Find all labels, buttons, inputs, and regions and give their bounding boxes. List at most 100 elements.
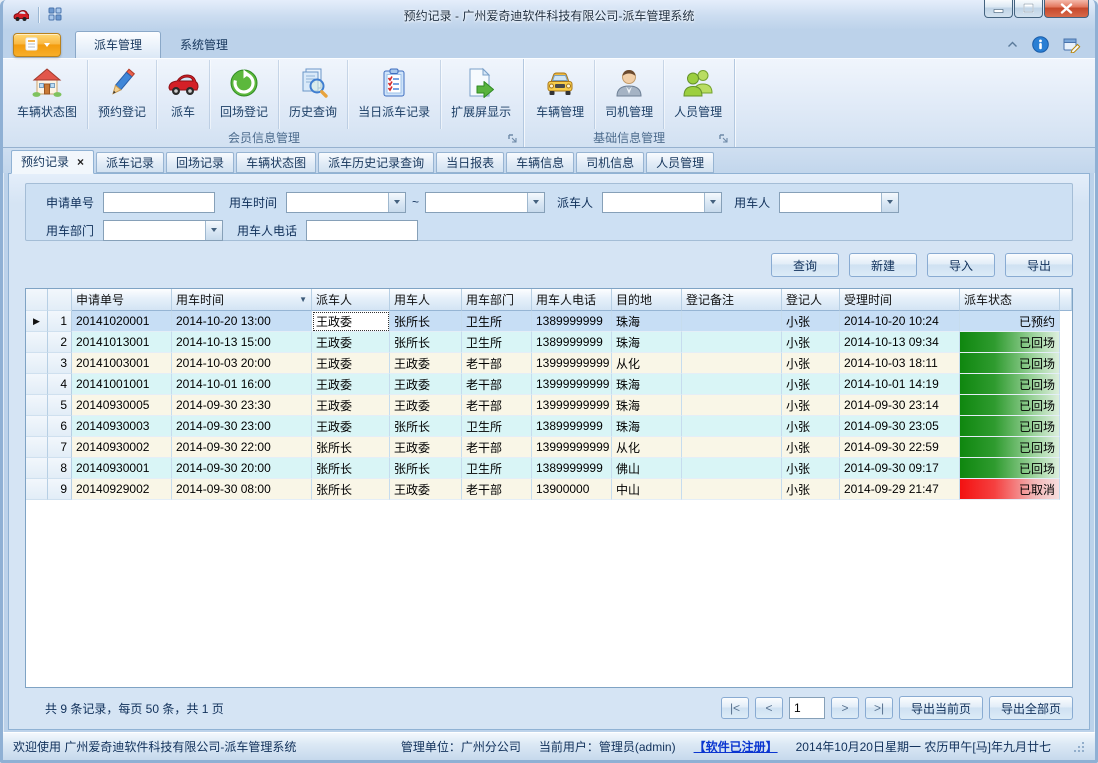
- style-switcher-icon[interactable]: [1063, 37, 1081, 53]
- table-cell[interactable]: 张所长: [390, 458, 462, 479]
- table-cell[interactable]: 卫生所: [462, 458, 532, 479]
- table-cell[interactable]: 小张: [782, 416, 840, 437]
- page-number-input[interactable]: [789, 697, 825, 719]
- ribbon-tab-system-management[interactable]: 系统管理: [161, 31, 247, 58]
- row-indicator-cell[interactable]: ▶: [26, 311, 48, 332]
- column-header-9[interactable]: 登记人: [782, 289, 840, 311]
- table-row[interactable]: 5201409300052014-09-30 23:30王政委王政委老干部139…: [26, 395, 1072, 416]
- table-cell[interactable]: 2014-10-01 14:19: [840, 374, 960, 395]
- chevron-down-icon[interactable]: [527, 193, 544, 212]
- table-cell[interactable]: 小张: [782, 437, 840, 458]
- license-registered-link[interactable]: 【软件已注册】: [694, 738, 778, 755]
- table-cell[interactable]: 张所长: [312, 458, 390, 479]
- table-cell[interactable]: 2014-09-29 21:47: [840, 479, 960, 500]
- table-cell[interactable]: 珠海: [612, 311, 682, 332]
- table-cell[interactable]: 1389999999: [532, 311, 612, 332]
- export-current-page-button[interactable]: 导出当前页: [899, 696, 983, 720]
- table-cell[interactable]: 20140929002: [72, 479, 172, 500]
- table-cell[interactable]: 小张: [782, 374, 840, 395]
- table-cell[interactable]: 2014-10-20 10:24: [840, 311, 960, 332]
- column-header-3[interactable]: 派车人: [312, 289, 390, 311]
- table-cell[interactable]: [682, 374, 782, 395]
- ribbon-button-personnel-management[interactable]: 人员管理: [663, 60, 732, 129]
- table-cell[interactable]: 王政委: [312, 353, 390, 374]
- table-cell[interactable]: 小张: [782, 311, 840, 332]
- table-cell[interactable]: 2014-09-30 08:00: [172, 479, 312, 500]
- dispatch-status-cell[interactable]: 已回场: [960, 416, 1060, 437]
- table-row[interactable]: 2201410130012014-10-13 15:00王政委张所长卫生所138…: [26, 332, 1072, 353]
- doc-tab-reservation-records[interactable]: 预约记录×: [11, 150, 94, 174]
- table-cell[interactable]: 1389999999: [532, 458, 612, 479]
- column-header-8[interactable]: 登记备注: [682, 289, 782, 311]
- doc-tab-daily-report[interactable]: 当日报表: [436, 152, 504, 173]
- table-cell[interactable]: 珠海: [612, 395, 682, 416]
- table-cell[interactable]: 老干部: [462, 479, 532, 500]
- table-cell[interactable]: 王政委: [312, 374, 390, 395]
- table-cell[interactable]: 张所长: [312, 437, 390, 458]
- table-cell[interactable]: 2014-09-30 23:14: [840, 395, 960, 416]
- table-cell[interactable]: 2014-09-30 23:05: [840, 416, 960, 437]
- table-cell[interactable]: 2014-10-01 16:00: [172, 374, 312, 395]
- table-row[interactable]: 4201410010012014-10-01 16:00王政委王政委老干部139…: [26, 374, 1072, 395]
- quick-access-toolbar-button[interactable]: [44, 5, 75, 26]
- table-cell[interactable]: 2014-10-03 20:00: [172, 353, 312, 374]
- table-cell[interactable]: 老干部: [462, 437, 532, 458]
- dispatch-status-cell[interactable]: 已回场: [960, 374, 1060, 395]
- ribbon-button-dispatch[interactable]: 派车: [156, 60, 209, 129]
- column-header-6[interactable]: 用车人电话: [532, 289, 612, 311]
- table-cell[interactable]: [682, 416, 782, 437]
- row-number-cell[interactable]: 1: [48, 311, 72, 332]
- ribbon-button-daily-dispatch-records[interactable]: 当日派车记录: [347, 60, 440, 129]
- row-indicator-cell[interactable]: [26, 332, 48, 353]
- doc-tab-personnel-management[interactable]: 人员管理: [646, 152, 714, 173]
- table-cell[interactable]: 2014-10-13 15:00: [172, 332, 312, 353]
- app-menu-button[interactable]: [13, 33, 61, 57]
- dispatch-status-cell[interactable]: 已回场: [960, 458, 1060, 479]
- ribbon-button-vehicle-status-map[interactable]: 车辆状态图: [7, 60, 87, 129]
- table-cell[interactable]: 张所长: [312, 479, 390, 500]
- table-cell[interactable]: 2014-09-30 22:00: [172, 437, 312, 458]
- ribbon-button-return-register[interactable]: 回场登记: [209, 60, 278, 129]
- table-cell[interactable]: 20140930002: [72, 437, 172, 458]
- column-header-2[interactable]: 用车时间▼: [172, 289, 312, 311]
- table-cell[interactable]: [682, 437, 782, 458]
- row-indicator-cell[interactable]: [26, 458, 48, 479]
- table-cell[interactable]: 张所长: [390, 311, 462, 332]
- column-header-5[interactable]: 用车部门: [462, 289, 532, 311]
- table-cell[interactable]: 王政委: [390, 437, 462, 458]
- table-cell[interactable]: 20140930003: [72, 416, 172, 437]
- table-cell[interactable]: 13999999999: [532, 395, 612, 416]
- table-cell[interactable]: 珠海: [612, 374, 682, 395]
- ribbon-tab-dispatch-management[interactable]: 派车管理: [75, 31, 161, 58]
- table-cell[interactable]: [682, 479, 782, 500]
- user-phone-input[interactable]: [306, 220, 418, 241]
- table-cell[interactable]: 1389999999: [532, 416, 612, 437]
- export-all-pages-button[interactable]: 导出全部页: [989, 696, 1073, 720]
- chevron-down-icon[interactable]: [881, 193, 898, 212]
- table-cell[interactable]: 20141001001: [72, 374, 172, 395]
- table-cell[interactable]: 小张: [782, 458, 840, 479]
- table-cell[interactable]: [682, 332, 782, 353]
- table-cell[interactable]: 2014-09-30 20:00: [172, 458, 312, 479]
- new-button[interactable]: 新建: [849, 253, 917, 277]
- table-cell[interactable]: [682, 353, 782, 374]
- table-cell[interactable]: [682, 395, 782, 416]
- ribbon-button-vehicle-management[interactable]: 车辆管理: [526, 60, 594, 129]
- dispatcher-select[interactable]: [602, 192, 722, 213]
- table-cell[interactable]: 2014-09-30 09:17: [840, 458, 960, 479]
- column-header-4[interactable]: 用车人: [390, 289, 462, 311]
- row-number-cell[interactable]: 4: [48, 374, 72, 395]
- row-number-cell[interactable]: 9: [48, 479, 72, 500]
- table-row[interactable]: 7201409300022014-09-30 22:00张所长王政委老干部139…: [26, 437, 1072, 458]
- row-indicator-cell[interactable]: [26, 479, 48, 500]
- table-cell[interactable]: 20141003001: [72, 353, 172, 374]
- table-row[interactable]: 9201409290022014-09-30 08:00张所长王政委老干部139…: [26, 479, 1072, 500]
- table-cell[interactable]: [682, 458, 782, 479]
- doc-tab-dispatch-history-query[interactable]: 派车历史记录查询: [318, 152, 434, 173]
- chevron-down-icon[interactable]: [704, 193, 721, 212]
- row-indicator-cell[interactable]: [26, 395, 48, 416]
- request-no-input[interactable]: [103, 192, 215, 213]
- dialog-launcher-icon[interactable]: [719, 134, 729, 144]
- column-header-11[interactable]: 派车状态: [960, 289, 1060, 311]
- table-cell[interactable]: 小张: [782, 353, 840, 374]
